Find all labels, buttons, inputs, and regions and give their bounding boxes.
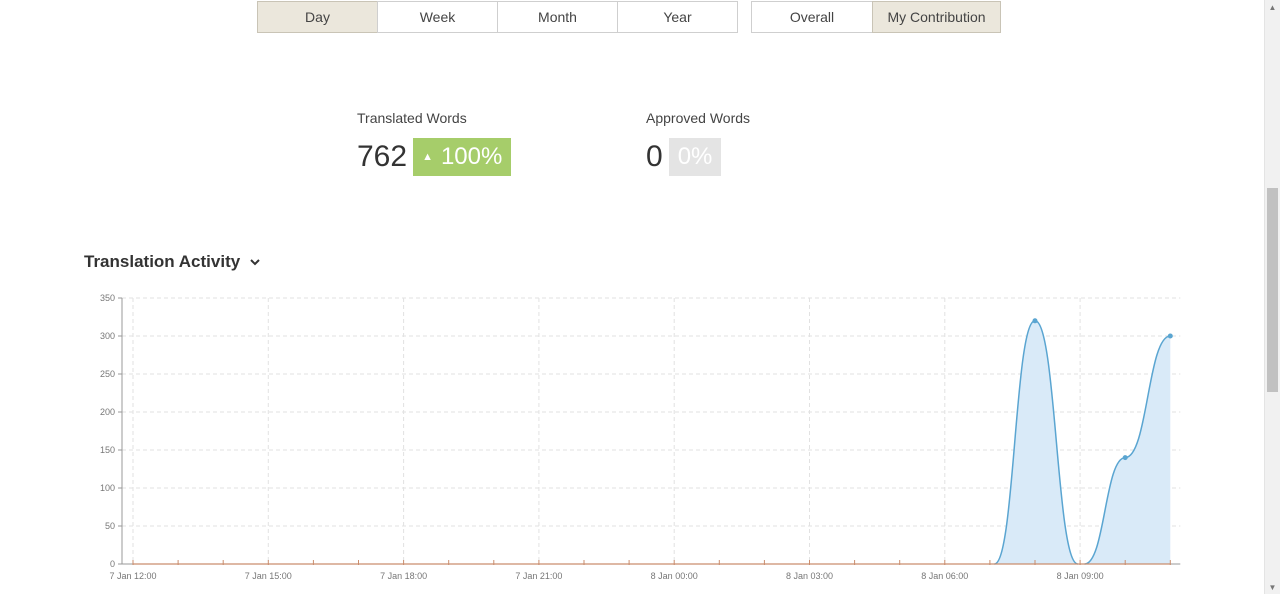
- time-range-tabs: Day Week Month Year: [257, 1, 738, 33]
- chevron-down-icon: [250, 259, 260, 266]
- y-tick-label: 50: [105, 521, 115, 531]
- y-tick-label: 0: [110, 559, 115, 569]
- x-tick-label: 8 Jan 03:00: [786, 571, 833, 581]
- y-tick-label: 300: [100, 331, 115, 341]
- scrollbar-thumb[interactable]: [1267, 188, 1278, 392]
- scroll-up-icon[interactable]: ▲: [1265, 0, 1280, 14]
- scope-tabs: Overall My Contribution: [751, 1, 1001, 33]
- x-tick-label: 7 Jan 18:00: [380, 571, 427, 581]
- x-tick-label: 8 Jan 06:00: [921, 571, 968, 581]
- x-tick-label: 7 Jan 12:00: [109, 571, 156, 581]
- translated-words-value: 762: [357, 140, 408, 173]
- scroll-down-icon[interactable]: ▼: [1265, 580, 1280, 594]
- tab-overall[interactable]: Overall: [751, 1, 873, 33]
- x-tick-label: 7 Jan 15:00: [245, 571, 292, 581]
- x-tick-label: 8 Jan 09:00: [1057, 571, 1104, 581]
- tab-week[interactable]: Week: [377, 1, 498, 33]
- section-title: Translation Activity: [84, 252, 241, 271]
- translated-change-value: 100%: [440, 143, 503, 170]
- approved-words-stat: Approved Words 0 0%: [646, 110, 750, 176]
- tab-month[interactable]: Month: [497, 1, 618, 33]
- translation-activity-dropdown[interactable]: Translation Activity: [84, 252, 262, 272]
- approved-words-value: 0: [646, 140, 663, 173]
- translated-change-badge: ▲ 100%: [413, 138, 512, 176]
- approved-words-label: Approved Words: [646, 110, 751, 126]
- data-point: [1167, 333, 1173, 339]
- y-tick-label: 200: [100, 407, 115, 417]
- translated-words-label: Translated Words: [357, 110, 467, 126]
- tab-year[interactable]: Year: [617, 1, 738, 33]
- tab-day[interactable]: Day: [257, 1, 378, 33]
- data-point: [1032, 318, 1038, 324]
- x-tick-label: 8 Jan 00:00: [651, 571, 698, 581]
- tab-my-contribution[interactable]: My Contribution: [872, 1, 1001, 33]
- y-tick-label: 250: [100, 369, 115, 379]
- translated-words-stat: Translated Words 762 ▲ 100%: [357, 110, 512, 176]
- y-tick-label: 150: [100, 445, 115, 455]
- y-tick-label: 100: [100, 483, 115, 493]
- translation-activity-chart: 0 50 100 150 200 250 300 350 7 Jan 12:00 7 Jan 15…: [100, 293, 1181, 581]
- approved-change-value: 0%: [677, 143, 713, 170]
- up-arrow-icon: ▲: [422, 151, 433, 163]
- approved-change-badge: 0%: [668, 138, 722, 176]
- page-scrollbar[interactable]: ▲ ▼: [1264, 0, 1280, 594]
- data-point: [1122, 455, 1128, 461]
- y-tick-label: 350: [100, 293, 115, 303]
- x-tick-label: 7 Jan 21:00: [515, 571, 562, 581]
